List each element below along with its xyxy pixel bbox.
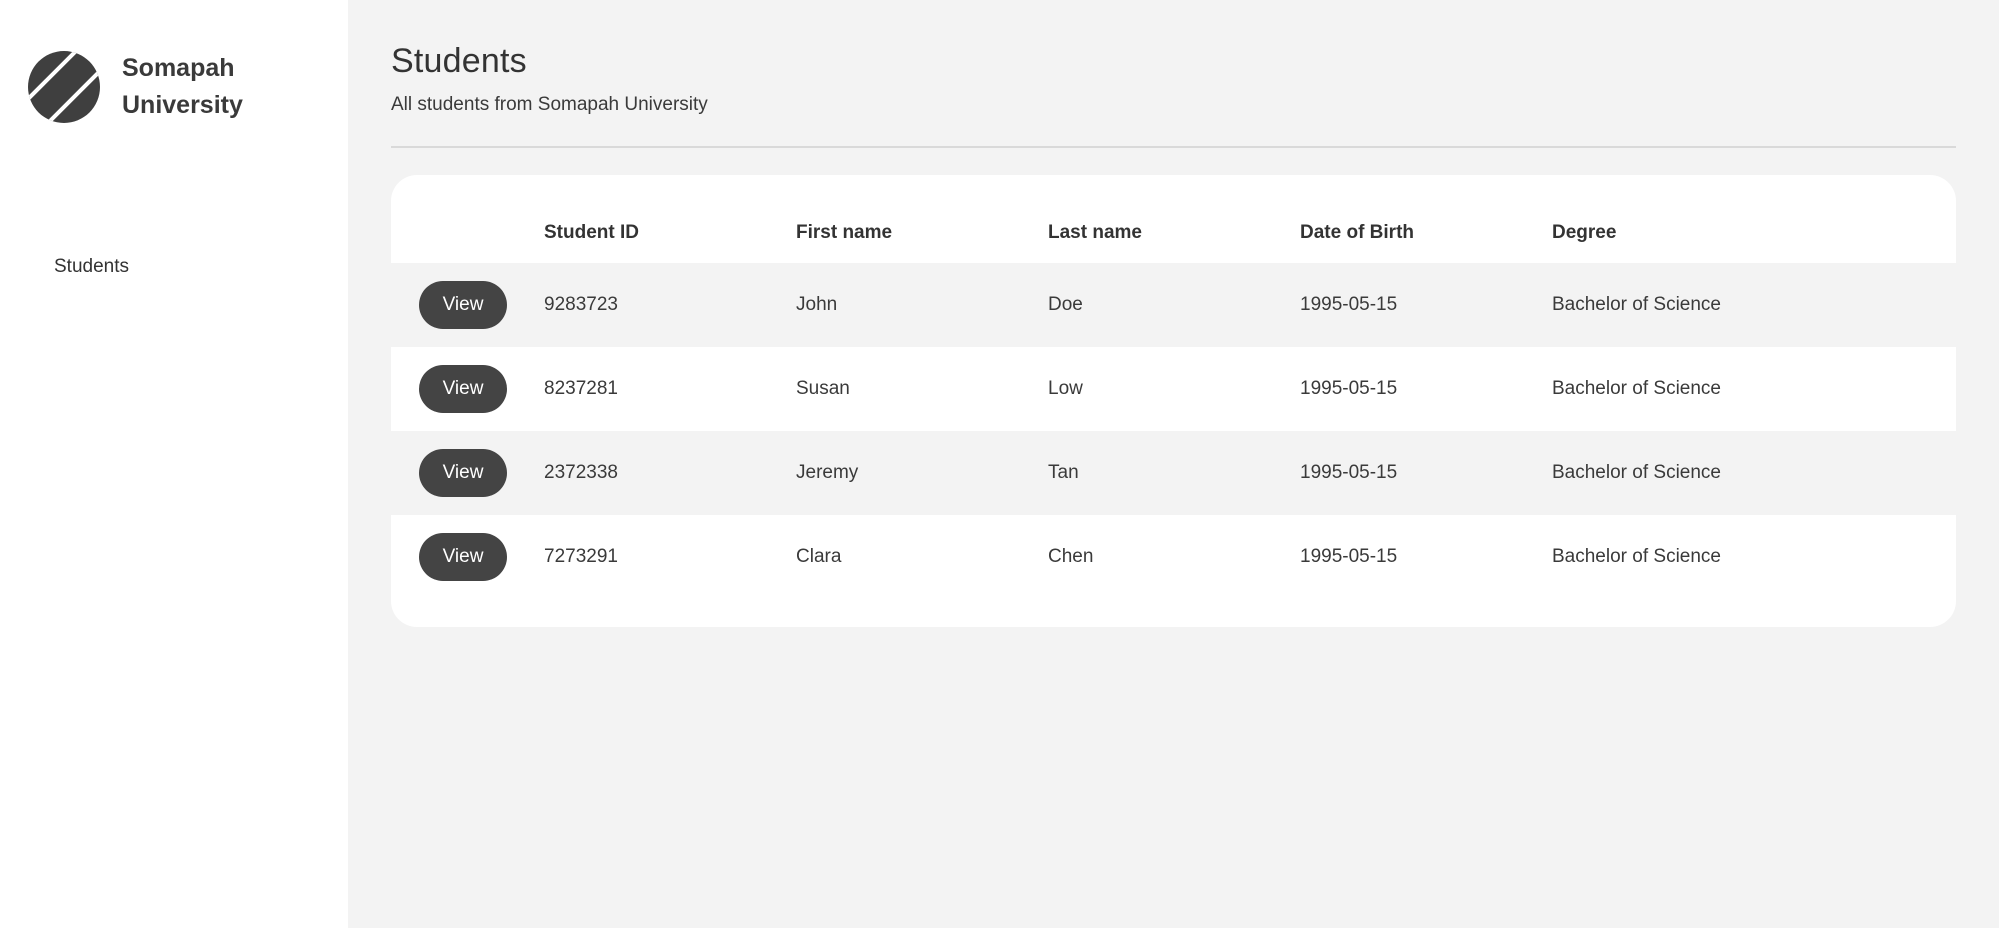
page-title: Students bbox=[391, 42, 527, 80]
view-button[interactable]: View bbox=[419, 449, 507, 497]
view-button[interactable]: View bbox=[419, 281, 507, 329]
students-table-card: Student ID First name Last name Date of … bbox=[391, 175, 1956, 627]
sidebar-item-students[interactable]: Students bbox=[54, 256, 129, 278]
brand-name: Somapah University bbox=[122, 50, 282, 124]
student-id-cell: 9283723 bbox=[544, 263, 796, 347]
row-actions-cell: View bbox=[391, 263, 544, 347]
brand-name-line2: University bbox=[122, 91, 243, 119]
student-id-cell: 8237281 bbox=[544, 347, 796, 431]
sidebar-nav: Students bbox=[54, 256, 129, 278]
row-actions-cell: View bbox=[391, 515, 544, 599]
table-row: View 2372338 Jeremy Tan 1995-05-15 Bache… bbox=[391, 431, 1956, 515]
student-id-cell: 7273291 bbox=[544, 515, 796, 599]
student-id-cell: 2372338 bbox=[544, 431, 796, 515]
page-subtitle: All students from Somapah University bbox=[391, 94, 708, 115]
column-header-first-name: First name bbox=[796, 222, 893, 243]
row-actions-cell: View bbox=[391, 431, 544, 515]
app: Somapah University Students Students All… bbox=[0, 0, 1999, 928]
sidebar: Somapah University Students bbox=[0, 0, 348, 928]
view-button[interactable]: View bbox=[419, 365, 507, 413]
date-of-birth-cell: 1995-05-15 bbox=[1300, 263, 1552, 347]
view-button[interactable]: View bbox=[419, 533, 507, 581]
degree-cell: Bachelor of Science bbox=[1552, 515, 1956, 599]
last-name-cell: Doe bbox=[1048, 263, 1300, 347]
first-name-cell: Clara bbox=[796, 515, 1048, 599]
last-name-cell: Low bbox=[1048, 347, 1300, 431]
degree-cell: Bachelor of Science bbox=[1552, 263, 1956, 347]
last-name-cell: Tan bbox=[1048, 431, 1300, 515]
divider bbox=[391, 146, 1956, 148]
row-actions-cell: View bbox=[391, 347, 544, 431]
date-of-birth-cell: 1995-05-15 bbox=[1300, 431, 1552, 515]
brand[interactable]: Somapah University bbox=[28, 50, 282, 124]
table-row: View 7273291 Clara Chen 1995-05-15 Bache… bbox=[391, 515, 1956, 599]
brand-name-line1: Somapah bbox=[122, 54, 235, 82]
degree-cell: Bachelor of Science bbox=[1552, 431, 1956, 515]
column-header-date-of-birth: Date of Birth bbox=[1300, 222, 1414, 243]
column-header-student-id: Student ID bbox=[544, 222, 639, 243]
date-of-birth-cell: 1995-05-15 bbox=[1300, 347, 1552, 431]
column-header-degree: Degree bbox=[1552, 222, 1617, 243]
column-header-last-name: Last name bbox=[1048, 222, 1142, 243]
table-row: View 8237281 Susan Low 1995-05-15 Bachel… bbox=[391, 347, 1956, 431]
first-name-cell: John bbox=[796, 263, 1048, 347]
first-name-cell: Jeremy bbox=[796, 431, 1048, 515]
last-name-cell: Chen bbox=[1048, 515, 1300, 599]
column-header-actions bbox=[391, 175, 544, 263]
degree-cell: Bachelor of Science bbox=[1552, 347, 1956, 431]
table-header-row: Student ID First name Last name Date of … bbox=[391, 175, 1956, 263]
students-table: Student ID First name Last name Date of … bbox=[391, 175, 1956, 599]
date-of-birth-cell: 1995-05-15 bbox=[1300, 515, 1552, 599]
table-row: View 9283723 John Doe 1995-05-15 Bachelo… bbox=[391, 263, 1956, 347]
first-name-cell: Susan bbox=[796, 347, 1048, 431]
striped-circle-logo-icon bbox=[28, 51, 100, 123]
